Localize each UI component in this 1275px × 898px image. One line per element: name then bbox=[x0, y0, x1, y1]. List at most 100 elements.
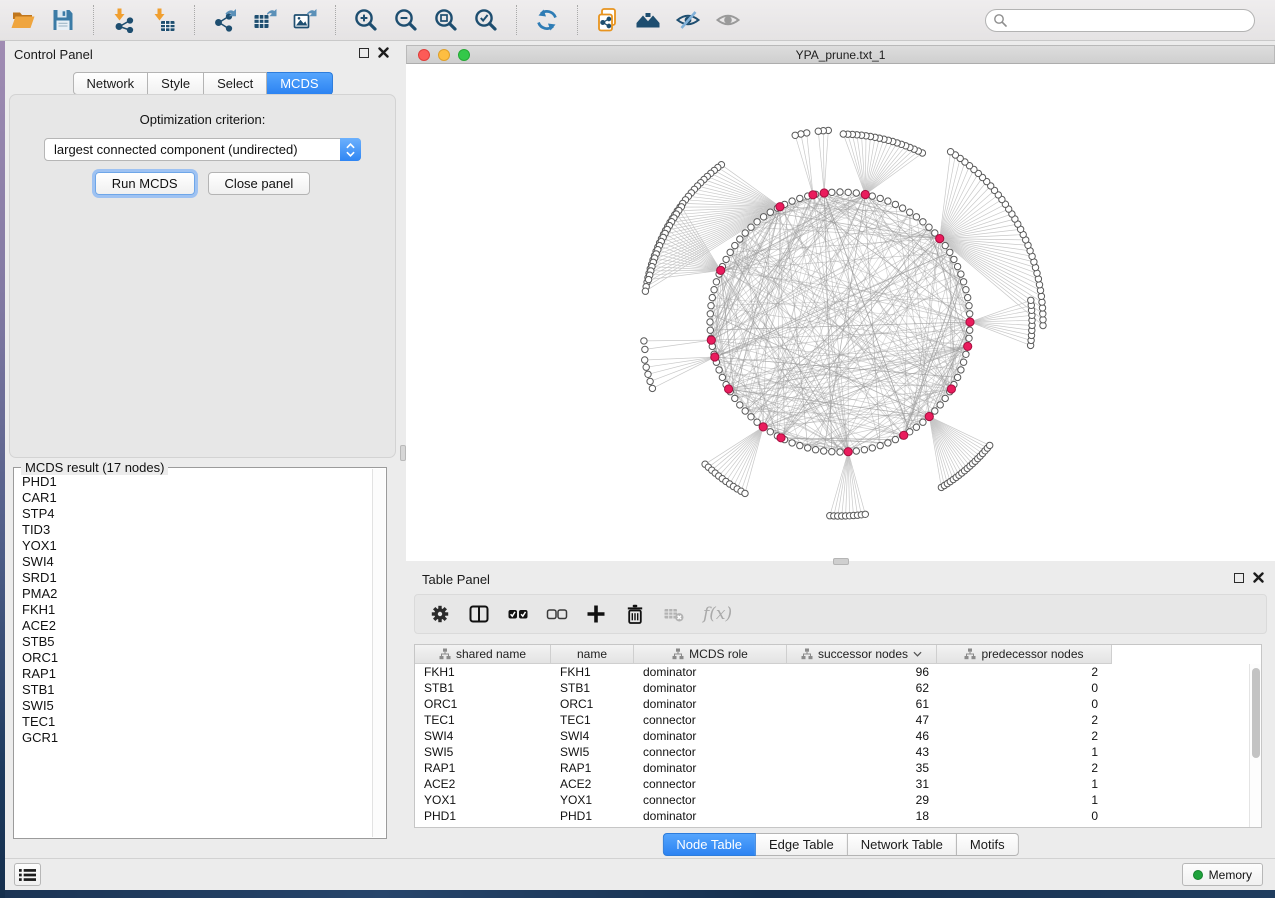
table-cell[interactable]: SWI4 bbox=[551, 728, 634, 744]
graph-node[interactable] bbox=[760, 214, 766, 220]
graph-node[interactable] bbox=[707, 319, 713, 325]
table-row[interactable]: STB1STB1dominator620 bbox=[415, 680, 1249, 696]
graph-node[interactable] bbox=[937, 402, 943, 408]
memory-button[interactable]: Memory bbox=[1182, 863, 1263, 886]
apply-layout-button[interactable] bbox=[532, 5, 562, 35]
graph-node[interactable] bbox=[837, 449, 843, 455]
graph-node[interactable] bbox=[821, 448, 827, 454]
table-row[interactable]: SWI4SWI4dominator462 bbox=[415, 728, 1249, 744]
graph-node[interactable] bbox=[853, 448, 859, 454]
graph-node[interactable] bbox=[958, 367, 964, 373]
open-session-button[interactable] bbox=[8, 5, 38, 35]
graph-node[interactable] bbox=[869, 193, 875, 199]
delete-column-button[interactable] bbox=[623, 602, 647, 626]
graph-node[interactable] bbox=[913, 424, 919, 430]
select-all-columns-button[interactable] bbox=[506, 602, 530, 626]
table-cell[interactable]: dominator bbox=[634, 664, 787, 680]
graph-node[interactable] bbox=[742, 230, 748, 236]
graph-node[interactable] bbox=[907, 209, 913, 215]
table-cell[interactable]: dominator bbox=[634, 696, 787, 712]
task-history-button[interactable] bbox=[14, 863, 41, 886]
graph-mcds-node[interactable] bbox=[964, 342, 972, 350]
mcds-result-item[interactable]: TID3 bbox=[22, 522, 372, 538]
graph-node[interactable] bbox=[723, 256, 729, 262]
graph-node[interactable] bbox=[869, 445, 875, 451]
graph-node[interactable] bbox=[708, 303, 714, 309]
graph-node[interactable] bbox=[754, 219, 760, 225]
network-titlebar[interactable]: YPA_prune.txt_1 bbox=[406, 45, 1275, 64]
table-options-button[interactable] bbox=[428, 602, 452, 626]
mcds-result-item[interactable]: PMA2 bbox=[22, 586, 372, 602]
graph-node[interactable] bbox=[727, 249, 733, 255]
graph-node[interactable] bbox=[877, 442, 883, 448]
graph-node[interactable] bbox=[885, 440, 891, 446]
graph-leaf-node[interactable] bbox=[792, 132, 798, 138]
table-cell[interactable]: 1 bbox=[937, 776, 1112, 792]
graph-leaf-node[interactable] bbox=[1036, 282, 1042, 288]
graph-node[interactable] bbox=[732, 242, 738, 248]
graph-node[interactable] bbox=[892, 436, 898, 442]
table-cell[interactable]: 0 bbox=[937, 808, 1112, 824]
graph-mcds-node[interactable] bbox=[966, 318, 974, 326]
table-cell[interactable]: STB1 bbox=[551, 680, 634, 696]
graph-mcds-node[interactable] bbox=[820, 189, 828, 197]
table-cell[interactable]: FKH1 bbox=[415, 664, 551, 680]
column-header-mcds-role[interactable]: MCDS role bbox=[634, 645, 787, 664]
graph-node[interactable] bbox=[812, 447, 818, 453]
hide-details-button[interactable] bbox=[673, 5, 703, 35]
graph-node[interactable] bbox=[737, 236, 743, 242]
graph-node[interactable] bbox=[947, 249, 953, 255]
graph-node[interactable] bbox=[732, 395, 738, 401]
graph-node[interactable] bbox=[767, 429, 773, 435]
add-column-button[interactable] bbox=[584, 602, 608, 626]
table-cell[interactable]: YOX1 bbox=[551, 792, 634, 808]
import-network-button[interactable] bbox=[109, 5, 139, 35]
graph-node[interactable] bbox=[805, 445, 811, 451]
graph-mcds-node[interactable] bbox=[809, 191, 817, 199]
column-header-successor-nodes[interactable]: successor nodes bbox=[787, 645, 937, 664]
table-cell[interactable]: ACE2 bbox=[415, 776, 551, 792]
run-mcds-button[interactable]: Run MCDS bbox=[95, 172, 195, 195]
table-cell[interactable]: dominator bbox=[634, 680, 787, 696]
graph-mcds-node[interactable] bbox=[717, 266, 725, 274]
table-cell[interactable]: connector bbox=[634, 712, 787, 728]
graph-node[interactable] bbox=[951, 256, 957, 262]
export-network-button[interactable] bbox=[210, 5, 240, 35]
table-cell[interactable]: connector bbox=[634, 792, 787, 808]
graph-node[interactable] bbox=[748, 414, 754, 420]
graph-leaf-node[interactable] bbox=[649, 385, 655, 391]
table-cell[interactable]: 0 bbox=[937, 680, 1112, 696]
table-cell[interactable]: 35 bbox=[787, 760, 937, 776]
table-cell[interactable]: 43 bbox=[787, 744, 937, 760]
table-cell[interactable]: 96 bbox=[787, 664, 937, 680]
graph-node[interactable] bbox=[845, 189, 851, 195]
graph-node[interactable] bbox=[797, 442, 803, 448]
graph-node[interactable] bbox=[797, 195, 803, 201]
table-cell[interactable]: SWI5 bbox=[551, 744, 634, 760]
graph-node[interactable] bbox=[853, 190, 859, 196]
mcds-result-scrollbar[interactable] bbox=[372, 469, 385, 837]
graph-leaf-node[interactable] bbox=[1028, 297, 1034, 303]
graph-node[interactable] bbox=[966, 303, 972, 309]
graph-node[interactable] bbox=[713, 279, 719, 285]
table-cell[interactable] bbox=[1112, 808, 1249, 824]
column-header-shared-name[interactable]: shared name bbox=[415, 645, 551, 664]
table-cell[interactable] bbox=[1112, 712, 1249, 728]
graph-leaf-node[interactable] bbox=[862, 511, 868, 517]
table-row[interactable]: PHD1PHD1dominator180 bbox=[415, 808, 1249, 824]
network-canvas[interactable] bbox=[406, 64, 1275, 561]
graph-node[interactable] bbox=[966, 335, 972, 341]
table-cell[interactable]: ORC1 bbox=[551, 696, 634, 712]
table-cell[interactable]: connector bbox=[634, 744, 787, 760]
graph-mcds-node[interactable] bbox=[776, 203, 784, 211]
float-panel-icon[interactable] bbox=[359, 48, 369, 58]
mcds-result-item[interactable]: CAR1 bbox=[22, 490, 372, 506]
column-header-predecessor-nodes[interactable]: predecessor nodes bbox=[937, 645, 1112, 664]
close-window-light[interactable] bbox=[418, 49, 430, 61]
tab-mcds[interactable]: MCDS bbox=[267, 72, 332, 95]
table-cell[interactable] bbox=[1112, 760, 1249, 776]
graph-node[interactable] bbox=[829, 449, 835, 455]
mcds-result-item[interactable]: TEC1 bbox=[22, 714, 372, 730]
table-cell[interactable]: SWI4 bbox=[415, 728, 551, 744]
table-cell[interactable]: connector bbox=[634, 776, 787, 792]
